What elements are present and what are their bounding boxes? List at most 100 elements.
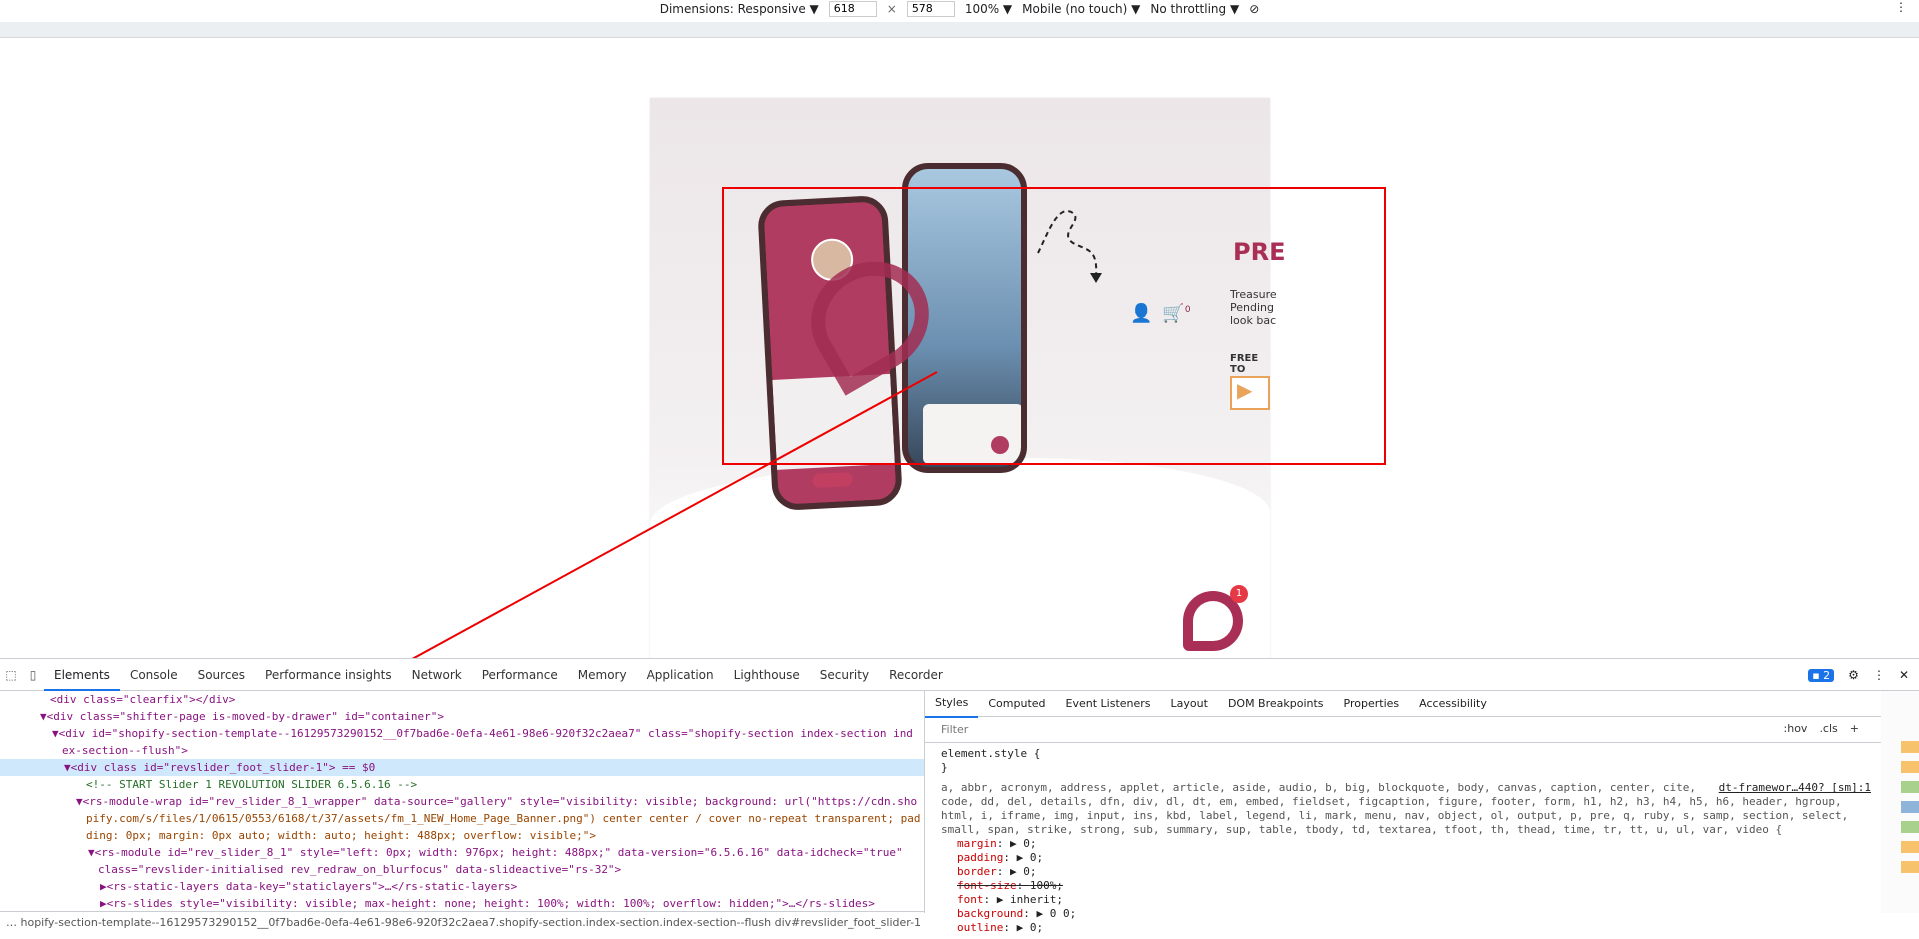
width-input[interactable] xyxy=(828,0,877,17)
css-prop-name: font xyxy=(957,893,984,906)
tab-network[interactable]: Network xyxy=(402,659,472,691)
css-prop-value: ▶ inherit; xyxy=(996,893,1063,906)
chat-badge: 1 xyxy=(1230,585,1248,603)
css-prop-value: ▶ 0; xyxy=(1016,851,1044,864)
dom-line[interactable]: ding: 0px; margin: 0px auto; width: auto… xyxy=(0,827,924,844)
add-rule-icon[interactable]: + xyxy=(1850,722,1859,735)
more-icon[interactable]: ⋮ xyxy=(1873,668,1885,682)
minimap-mark xyxy=(1901,861,1919,873)
dom-line[interactable]: ▼<rs-module id="rev_slider_8_1" style="l… xyxy=(0,844,924,861)
inspect-icon[interactable]: ⬚ xyxy=(0,668,22,682)
css-prop-value: ▶ 0 0; xyxy=(1036,907,1077,920)
tab-application[interactable]: Application xyxy=(637,659,724,691)
minimap-mark xyxy=(1901,761,1919,773)
minimap-mark xyxy=(1901,821,1919,833)
cls-toggle[interactable]: .cls xyxy=(1819,722,1837,735)
dom-line[interactable]: <div class="clearfix"></div> xyxy=(0,691,924,708)
elements-tree[interactable]: <div class="clearfix"></div> ▼<div class… xyxy=(0,691,925,913)
filter-row: Filter :hov .cls + xyxy=(925,717,1919,743)
tab-dom-breakpoints[interactable]: DOM Breakpoints xyxy=(1218,691,1334,717)
throttling-dropdown[interactable]: No throttling ▼ xyxy=(1150,2,1239,16)
dom-line[interactable]: ▼<rs-module-wrap id="rev_slider_8_1_wrap… xyxy=(0,793,924,810)
element-highlight-box xyxy=(722,187,1386,465)
dimensions-dropdown[interactable]: Dimensions: Responsive ▼ xyxy=(660,2,819,16)
css-prop-row[interactable]: background: ▶ 0 0; xyxy=(941,907,1903,921)
device-type-dropdown[interactable]: Mobile (no touch) ▼ xyxy=(1022,2,1140,16)
tab-properties[interactable]: Properties xyxy=(1334,691,1410,717)
dom-line[interactable]: ▼<div id="shopify-section-template--1612… xyxy=(0,725,924,742)
times-sign: × xyxy=(886,1,897,16)
minimap-mark xyxy=(1901,841,1919,853)
filter-input[interactable]: Filter xyxy=(941,723,968,736)
tab-security[interactable]: Security xyxy=(810,659,879,691)
learn-more-button xyxy=(812,471,853,489)
more-options-icon[interactable]: ⋮ xyxy=(1895,0,1907,14)
tab-performance[interactable]: Performance xyxy=(472,659,568,691)
dom-line[interactable]: ex-section--flush"> xyxy=(0,742,924,759)
selector-text: a, abbr, acronym, address, applet, artic… xyxy=(941,781,1849,836)
tab-computed[interactable]: Computed xyxy=(978,691,1055,717)
dom-line[interactable]: <!-- START Slider 1 REVOLUTION SLIDER 6.… xyxy=(0,776,924,793)
css-prop-row[interactable]: font: ▶ inherit; xyxy=(941,893,1903,907)
tab-performance-insights[interactable]: Performance insights xyxy=(255,659,402,691)
dom-line[interactable]: pify.com/s/files/1/0615/0553/6168/t/37/a… xyxy=(0,810,924,827)
css-prop-name: background xyxy=(957,907,1024,920)
device-toolbar: Dimensions: Responsive ▼ × 100% ▼ Mobile… xyxy=(0,0,1919,17)
css-prop-value: 100%; xyxy=(1029,879,1063,892)
css-prop-row-overridden[interactable]: font-size: 100%; xyxy=(941,879,1903,893)
tab-console[interactable]: Console xyxy=(120,659,188,691)
tab-layout[interactable]: Layout xyxy=(1161,691,1218,717)
breadcrumb[interactable]: … hopify-section-template--1612957329015… xyxy=(0,911,925,933)
css-prop-row[interactable]: margin: ▶ 0; xyxy=(941,837,1903,851)
device-toggle-icon[interactable]: ▯ xyxy=(22,668,44,682)
selector-list[interactable]: dt-framewor…440? [sm]:1 a, abbr, acronym… xyxy=(941,781,1871,837)
css-prop-name: padding xyxy=(957,851,1004,864)
source-link[interactable]: dt-framewor…440? [sm]:1 xyxy=(1719,781,1871,795)
tab-memory[interactable]: Memory xyxy=(568,659,637,691)
css-prop-value: ▶ 0; xyxy=(1010,837,1037,850)
dom-line[interactable]: ▶<rs-static-layers data-key="staticlayer… xyxy=(0,878,924,895)
tab-lighthouse[interactable]: Lighthouse xyxy=(724,659,810,691)
hov-toggle[interactable]: :hov xyxy=(1784,722,1808,735)
css-prop-name: margin xyxy=(957,837,997,850)
dom-line[interactable]: ▼<div class="shifter-page is-moved-by-dr… xyxy=(0,708,924,725)
styles-pane: Styles Computed Event Listeners Layout D… xyxy=(925,691,1919,935)
settings-icon[interactable]: ⚙ xyxy=(1848,668,1859,682)
css-prop-row[interactable]: outline: ▶ 0; xyxy=(941,921,1903,935)
devtools-tab-bar: ⬚ ▯ Elements Console Sources Performance… xyxy=(0,659,1919,691)
tab-styles[interactable]: Styles xyxy=(925,690,979,718)
white-curve xyxy=(650,458,1270,678)
issues-badge[interactable]: ▪ 2 xyxy=(1808,668,1835,682)
devtools-panel: ⬚ ▯ Elements Console Sources Performance… xyxy=(0,658,1919,934)
height-input[interactable] xyxy=(906,0,955,17)
minimap-mark xyxy=(1901,781,1919,793)
close-icon[interactable]: ✕ xyxy=(1899,668,1909,682)
element-style-rule[interactable]: element.style { xyxy=(941,747,1903,761)
devtools-right-controls: ▪ 2 ⚙ ⋮ ✕ xyxy=(1808,659,1919,691)
tab-sources[interactable]: Sources xyxy=(188,659,255,691)
viewport-area: 👤 🛒0 PRE Treasure Pending look bac FREE … xyxy=(0,38,1919,704)
tab-elements[interactable]: Elements xyxy=(44,659,120,691)
dom-line[interactable]: ▶<rs-slides style="visibility: visible; … xyxy=(0,895,924,912)
css-prop-value: ▶ 0; xyxy=(1010,865,1037,878)
filter-controls: :hov .cls + xyxy=(1784,722,1859,735)
css-prop-name: border xyxy=(957,865,997,878)
rotate-icon[interactable]: ⊘ xyxy=(1249,2,1259,16)
tab-accessibility[interactable]: Accessibility xyxy=(1409,691,1497,717)
close-brace: } xyxy=(941,761,948,774)
styles-tab-bar: Styles Computed Event Listeners Layout D… xyxy=(925,690,1919,718)
issues-count: 2 xyxy=(1823,668,1831,682)
minimap-mark xyxy=(1901,741,1919,753)
minimap-mark xyxy=(1901,801,1919,813)
css-prop-row[interactable]: border: ▶ 0; xyxy=(941,865,1903,879)
css-prop-row[interactable]: padding: ▶ 0; xyxy=(941,851,1903,865)
dom-line-selected[interactable]: ▼<div class id="revslider_foot_slider-1"… xyxy=(0,759,924,776)
media-query-ruler[interactable] xyxy=(0,22,1919,38)
styles-minimap xyxy=(1881,691,1919,913)
tab-recorder[interactable]: Recorder xyxy=(879,659,953,691)
dom-line[interactable]: class="revslider-initialised rev_redraw_… xyxy=(0,861,924,878)
css-prop-name: font-size xyxy=(957,879,1017,892)
zoom-dropdown[interactable]: 100% ▼ xyxy=(965,2,1012,16)
tab-event-listeners[interactable]: Event Listeners xyxy=(1056,691,1161,717)
css-prop-name: outline xyxy=(957,921,1004,934)
